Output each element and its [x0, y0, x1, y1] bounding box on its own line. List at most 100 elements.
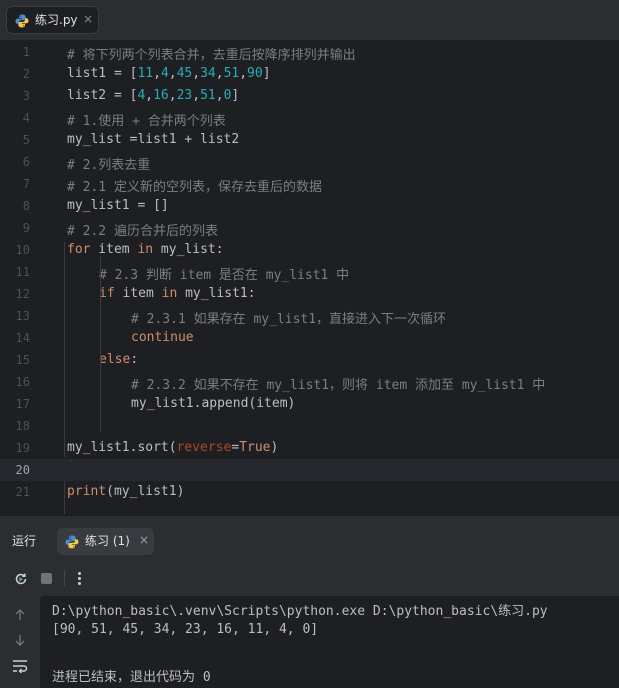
code-token: 16: [153, 88, 169, 103]
code-token: # 1.使用 + 合并两个列表: [67, 114, 226, 129]
code-token: 34: [200, 66, 216, 81]
indent-guide: [64, 242, 65, 457]
code-line[interactable]: for item in my_list:: [67, 242, 224, 257]
code-token: # 将下列两个列表合并，去重后按降序排列并输出: [67, 48, 356, 63]
code-line[interactable]: my_list1 = []: [67, 198, 169, 213]
editor-tab-label: 练习.py: [35, 13, 78, 27]
line-number: 11: [15, 265, 30, 279]
up-arrow-icon[interactable]: [13, 608, 27, 622]
python-icon: [65, 535, 79, 549]
indent-guide: [64, 481, 65, 514]
close-icon[interactable]: ×: [83, 12, 93, 27]
code-token: else: [99, 352, 131, 367]
code-line[interactable]: continue: [131, 330, 194, 345]
line-number: 3: [22, 89, 30, 103]
code-token: ,: [215, 66, 224, 81]
run-panel: 运行 练习 (1) × D:\python_basic\.venv\Script…: [0, 522, 619, 688]
code-token: # 2.3 判断 item 是否在 my_list1 中: [99, 268, 350, 283]
code-token: ,: [192, 88, 201, 103]
code-token: in: [137, 242, 154, 257]
code-token: ,: [215, 88, 224, 103]
code-token: reverse: [176, 440, 232, 455]
code-line[interactable]: my_list1.sort(reverse=True): [67, 440, 278, 455]
code-token: item: [90, 242, 138, 257]
line-number: 9: [22, 221, 30, 235]
code-token: my_list =list1 + list2: [67, 132, 240, 147]
code-line[interactable]: # 2.1 定义新的空列表，保存去重后的数据: [67, 176, 322, 195]
code-token: 90: [247, 66, 263, 81]
more-vertical-icon[interactable]: [78, 572, 82, 586]
code-line[interactable]: list2 = [4,16,23,51,0]: [67, 88, 239, 103]
run-config-tab[interactable]: 练习 (1) ×: [57, 528, 154, 555]
code-token: ,: [153, 66, 161, 81]
code-token: # 2.列表去重: [67, 158, 151, 173]
line-number: 8: [22, 199, 30, 213]
code-token: my_list1.sort(: [67, 440, 177, 455]
code-token: ]: [262, 66, 271, 81]
code-token: ,: [168, 66, 177, 81]
console-line: 进程已结束，退出代码为 0: [52, 670, 211, 685]
console-line: [90, 51, 45, 34, 23, 16, 11, 4, 0]: [52, 622, 319, 637]
code-token: ,: [145, 88, 154, 103]
code-token: my_list1.append(item): [131, 396, 296, 411]
stop-icon[interactable]: [41, 573, 52, 584]
down-arrow-icon[interactable]: [13, 633, 27, 647]
console-output[interactable]: D:\python_basic\.venv\Scripts\python.exe…: [40, 596, 619, 688]
code-editor[interactable]: 1 2 3 4 5 6 7 8 9 10 11 12 13 14 15 16 17 18 19 20 21 # 将下列两…: [0, 41, 619, 516]
code-token: 51: [200, 88, 216, 103]
code-token: # 2.3.1 如果存在 my_list1，直接进入下一次循环: [131, 312, 447, 327]
line-number: 16: [15, 375, 30, 389]
indent-guide: [100, 322, 101, 344]
line-number: 19: [15, 441, 30, 455]
code-token: list1 = [: [67, 66, 138, 81]
toolbar-separator: [64, 570, 65, 586]
line-number: 7: [22, 177, 30, 191]
code-token: ,: [239, 66, 248, 81]
code-line[interactable]: if item in my_list1:: [99, 286, 256, 301]
code-token: (my_list1): [106, 484, 185, 499]
code-token: ,: [168, 88, 177, 103]
code-token: in: [161, 286, 178, 301]
code-token: if: [99, 286, 115, 301]
line-number: 12: [15, 287, 30, 301]
code-line[interactable]: my_list1.append(item): [131, 396, 295, 411]
code-token: ,: [192, 66, 201, 81]
code-token: 51: [223, 66, 240, 81]
code-token: 11: [137, 66, 154, 81]
code-line[interactable]: else:: [99, 352, 138, 367]
run-panel-header: 运行 练习 (1) ×: [0, 522, 619, 560]
line-number: 20: [15, 463, 30, 477]
code-line[interactable]: # 1.使用 + 合并两个列表: [67, 110, 226, 129]
code-line[interactable]: list1 = [11,4,45,34,51,90]: [67, 66, 271, 81]
run-config-tab-label: 练习 (1): [85, 534, 130, 548]
console-line: D:\python_basic\.venv\Scripts\python.exe…: [52, 604, 548, 619]
line-number: 1: [22, 45, 30, 59]
code-token: my_list1:: [177, 286, 256, 301]
code-token: # 2.2 遍历合并后的列表: [67, 224, 218, 239]
code-token: 4: [160, 66, 169, 81]
code-line[interactable]: # 2.3 判断 item 是否在 my_list1 中: [99, 264, 349, 283]
line-number: 17: [15, 397, 30, 411]
line-number: 13: [15, 309, 30, 323]
code-line[interactable]: my_list =list1 + list2: [67, 132, 239, 147]
code-line[interactable]: # 2.3.2 如果不存在 my_list1，则将 item 添加至 my_li…: [131, 374, 545, 393]
line-number: 5: [22, 133, 30, 147]
rerun-icon[interactable]: [13, 571, 29, 587]
code-line[interactable]: # 2.列表去重: [67, 154, 150, 173]
line-number: 2: [22, 67, 30, 81]
close-icon[interactable]: ×: [139, 533, 149, 548]
code-line[interactable]: # 2.3.1 如果存在 my_list1，直接进入下一次循环: [131, 308, 446, 327]
code-token: ]: [231, 88, 240, 103]
line-number: 21: [15, 485, 30, 499]
line-number: 14: [15, 331, 30, 345]
code-token: list2 = [: [67, 88, 138, 103]
code-token: 23: [176, 88, 193, 103]
code-line[interactable]: # 2.2 遍历合并后的列表: [67, 220, 218, 239]
code-line[interactable]: # 将下列两个列表合并，去重后按降序排列并输出: [67, 44, 356, 63]
editor-tab-file[interactable]: 练习.py ×: [6, 6, 99, 34]
code-line[interactable]: print(my_list1): [67, 484, 184, 499]
line-number: 18: [15, 419, 30, 433]
soft-wrap-icon[interactable]: [12, 659, 28, 673]
line-number: 10: [15, 243, 30, 257]
code-token: my_list:: [153, 242, 224, 257]
